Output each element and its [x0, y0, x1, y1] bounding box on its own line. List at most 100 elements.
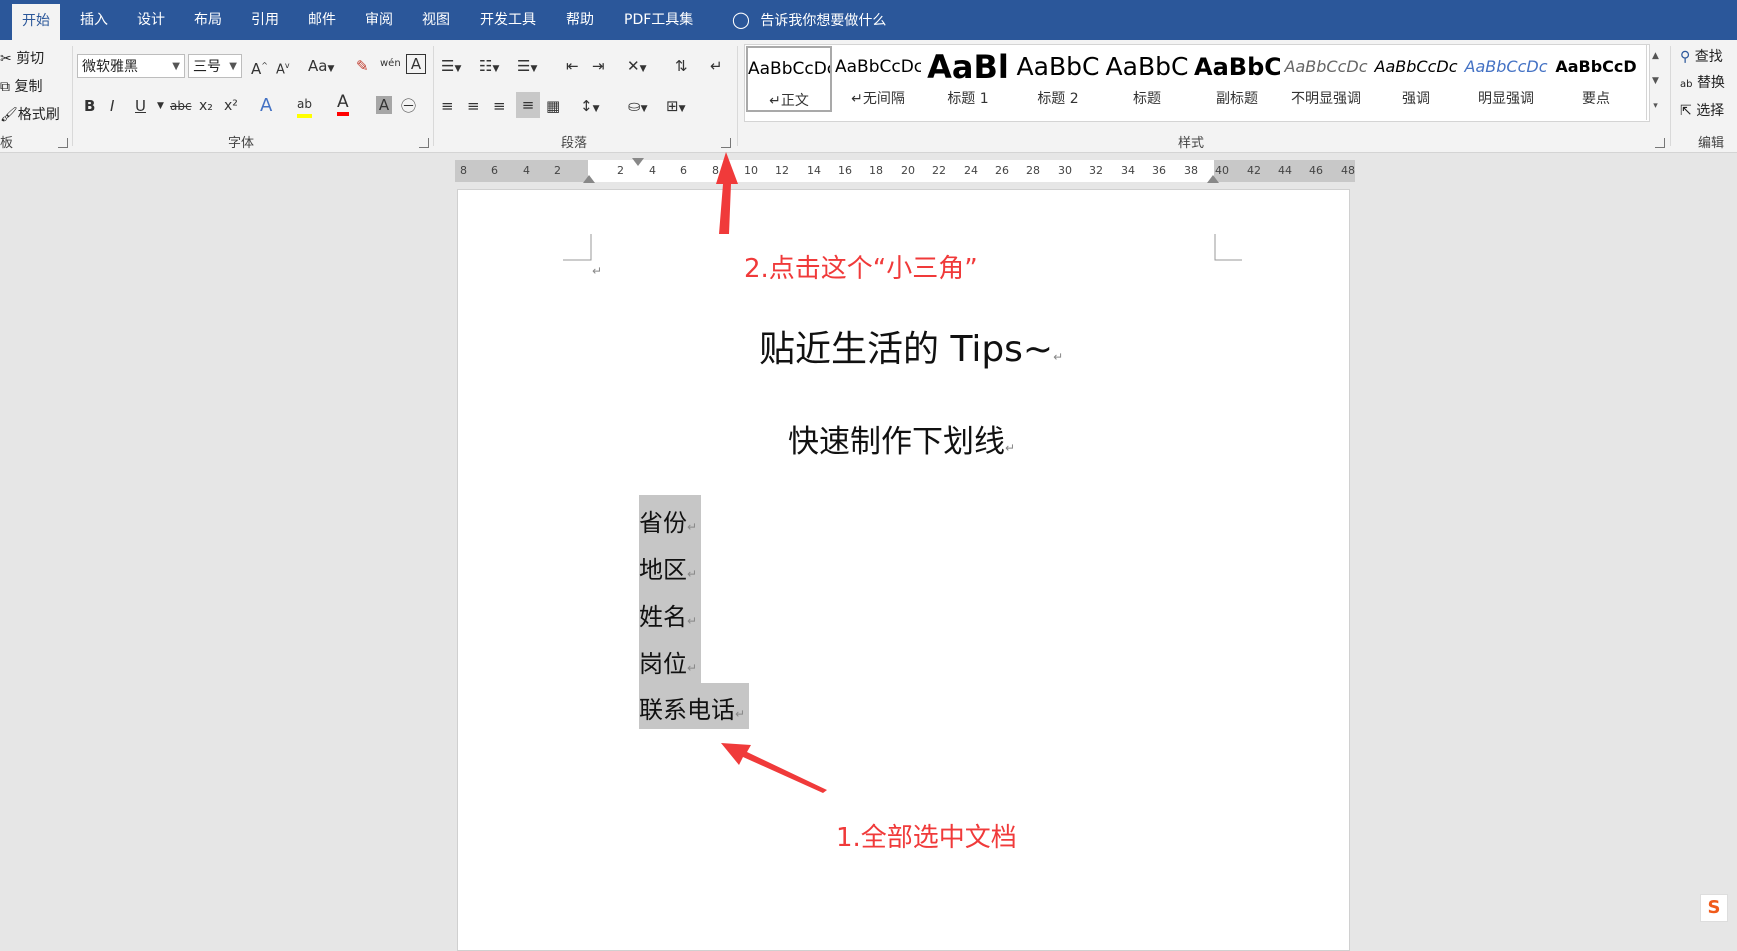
find-button[interactable]: ⚲ 查找: [1680, 46, 1723, 66]
select-button[interactable]: ⇱ 选择: [1680, 100, 1724, 120]
document-line-province[interactable]: 省份↵: [639, 503, 697, 538]
ime-logo-icon[interactable]: S: [1700, 894, 1728, 922]
font-color-button[interactable]: A: [337, 92, 349, 116]
clipboard-dialog-launcher[interactable]: [58, 138, 68, 148]
document-line-position[interactable]: 岗位↵: [639, 644, 697, 679]
style-subtle-emphasis[interactable]: AaBbCcDc 不明显强调: [1283, 46, 1369, 110]
subscript-button[interactable]: x₂: [199, 96, 213, 116]
bullets-icon[interactable]: ☰▼: [441, 56, 461, 79]
styles-dialog-launcher[interactable]: [1655, 138, 1665, 148]
cut-button[interactable]: ✂ 剪切: [0, 48, 44, 68]
shading-bucket-icon[interactable]: ⛀▼: [628, 96, 648, 119]
style-title[interactable]: AaBbC 标题: [1104, 46, 1190, 110]
change-case-button[interactable]: Aa▼: [308, 56, 334, 79]
align-right-icon[interactable]: ≡: [493, 96, 506, 116]
copy-icon: ⧉: [0, 79, 10, 95]
line-spacing-icon[interactable]: ↕▼: [580, 96, 600, 119]
align-left-icon[interactable]: ≡: [441, 96, 454, 116]
ruler-tick-label: 2: [617, 164, 624, 177]
strikethrough-button[interactable]: abc: [170, 96, 192, 116]
ruler-tick-label: 22: [932, 164, 946, 177]
font-size-combo[interactable]: 三号 ▼: [188, 54, 242, 78]
superscript-button[interactable]: x²: [224, 96, 238, 116]
copy-button[interactable]: ⧉ 复制: [0, 76, 42, 96]
bold-button[interactable]: B: [84, 96, 95, 116]
decrease-indent-icon[interactable]: ⇤: [566, 56, 579, 76]
style-emphasis[interactable]: AaBbCcDc 强调: [1373, 46, 1459, 110]
sort-icon[interactable]: ⇅: [675, 56, 688, 76]
distributed-align-icon[interactable]: ▦: [546, 96, 560, 116]
format-painter-button[interactable]: 🖌格式刷: [0, 104, 60, 124]
tab-references[interactable]: 引用: [241, 0, 289, 40]
style-normal[interactable]: AaBbCcDc ↵正文: [746, 46, 832, 112]
tab-mailings[interactable]: 邮件: [298, 0, 346, 40]
tab-view[interactable]: 视图: [412, 0, 460, 40]
highlight-button[interactable]: ab: [297, 94, 312, 118]
chinese-layout-icon[interactable]: ✕▼: [627, 56, 647, 79]
document-subtitle[interactable]: 快速制作下划线↵: [788, 416, 1015, 461]
document-line-name[interactable]: 姓名↵: [639, 597, 697, 632]
paragraph-dialog-launcher[interactable]: [721, 138, 731, 148]
style-strong[interactable]: AaBbCcD 要点: [1553, 46, 1639, 110]
ruler-tick-label: 30: [1058, 164, 1072, 177]
document-line-region[interactable]: 地区↵: [639, 550, 697, 585]
chevron-down-icon[interactable]: ▼: [157, 96, 164, 116]
shrink-font-button[interactable]: Av: [276, 56, 290, 80]
multilevel-list-icon[interactable]: ☰▼: [517, 56, 537, 79]
styles-scroll-buttons[interactable]: ▲ ▼ ▾: [1646, 44, 1664, 120]
ruler-tick-label: 36: [1152, 164, 1166, 177]
document-line-phone[interactable]: 联系电话↵: [639, 690, 745, 725]
tab-developer[interactable]: 开发工具: [470, 0, 546, 40]
annotation-step-2: 2.点击这个“小三角”: [744, 254, 978, 284]
borders-icon[interactable]: ⊞▼: [666, 96, 686, 119]
tab-pdf-tools[interactable]: PDF工具集: [614, 0, 703, 40]
tab-insert[interactable]: 插入: [70, 0, 118, 40]
ruler-tick-label: 48: [1341, 164, 1355, 177]
replace-icon: ab: [1680, 79, 1693, 90]
style-subtitle[interactable]: AaBbC 副标题: [1194, 46, 1280, 110]
tell-me-text: 告诉我你想要做什么: [760, 13, 887, 29]
tell-me-box[interactable]: ◯ 告诉我你想要做什么: [722, 0, 896, 40]
text-effects-icon[interactable]: A: [260, 96, 272, 116]
right-indent-marker[interactable]: [1207, 175, 1219, 183]
font-dialog-launcher[interactable]: [419, 138, 429, 148]
clear-formatting-icon[interactable]: ✎: [356, 56, 369, 76]
style-no-spacing[interactable]: AaBbCcDc ↵无间隔: [835, 46, 921, 110]
tab-help[interactable]: 帮助: [556, 0, 604, 40]
italic-button[interactable]: I: [110, 96, 114, 116]
ruler-tick-label: 28: [1026, 164, 1040, 177]
first-line-indent-marker[interactable]: [632, 158, 644, 166]
ruler-tick-label: 42: [1247, 164, 1261, 177]
document-title[interactable]: 贴近生活的 Tips~↵: [759, 320, 1063, 372]
chevron-down-icon: ▼: [172, 61, 180, 72]
margin-corner-mark: [563, 234, 592, 261]
ruler-tick-label: 46: [1309, 164, 1323, 177]
phonetic-guide-button[interactable]: wén: [380, 54, 401, 74]
clipboard-group-label: 板: [0, 136, 14, 151]
left-indent-marker[interactable]: [583, 175, 595, 183]
underline-button[interactable]: U: [135, 96, 146, 116]
grow-font-button[interactable]: A^: [251, 56, 268, 79]
align-center-icon[interactable]: ≡: [467, 96, 480, 116]
ribbon: ✂ 剪切 ⧉ 复制 🖌格式刷 板 微软雅黑 ▼ 三号 ▼ A^ Av Aa▼ ✎ w…: [0, 40, 1737, 153]
style-heading-1[interactable]: AaBl 标题 1: [925, 46, 1011, 110]
character-shading-button[interactable]: A: [376, 96, 392, 114]
replace-button[interactable]: ab 替换: [1680, 72, 1725, 92]
style-heading-2[interactable]: AaBbC 标题 2: [1015, 46, 1101, 110]
style-intense-emphasis[interactable]: AaBbCcDc 明显强调: [1463, 46, 1549, 110]
character-border-icon[interactable]: A: [406, 54, 426, 74]
increase-indent-icon[interactable]: ⇥: [592, 56, 605, 76]
ruler-tick-label: 4: [523, 164, 530, 177]
tab-design[interactable]: 设计: [127, 0, 175, 40]
numbering-icon[interactable]: ☷▼: [479, 56, 499, 79]
font-name-combo[interactable]: 微软雅黑 ▼: [77, 54, 185, 78]
tab-home[interactable]: 开始: [12, 4, 60, 40]
ruler-tick-label: 8: [460, 164, 467, 177]
paintbrush-icon: 🖌: [0, 107, 18, 123]
group-separator: [737, 46, 738, 146]
show-marks-icon[interactable]: ↵: [710, 56, 723, 76]
enclose-characters-icon[interactable]: ㊀: [401, 96, 416, 116]
tab-layout[interactable]: 布局: [184, 0, 232, 40]
justify-icon[interactable]: ≡: [516, 92, 540, 118]
tab-review[interactable]: 审阅: [355, 0, 403, 40]
